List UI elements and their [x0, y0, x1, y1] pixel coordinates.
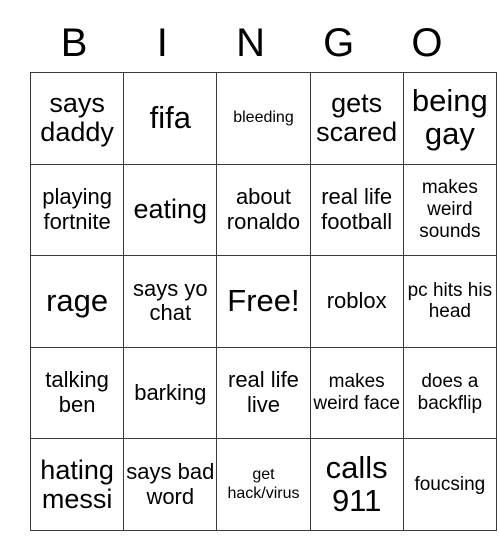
- bingo-row: rage says yo chat Free! roblox pc hits h…: [29, 255, 497, 348]
- bingo-cell-label: foucsing: [414, 473, 486, 495]
- bingo-cell[interactable]: eating: [123, 163, 218, 257]
- bingo-cell-label: says daddy: [40, 88, 114, 148]
- bingo-cell[interactable]: rage: [29, 255, 125, 348]
- bingo-cell-label: makes weird face: [313, 371, 400, 415]
- bingo-cell[interactable]: says daddy: [29, 72, 125, 165]
- bingo-row: hating messi says bad word get hack/viru…: [29, 438, 497, 531]
- bingo-cell[interactable]: real life football: [309, 163, 404, 257]
- bingo-cell[interactable]: says bad word: [123, 438, 218, 531]
- bingo-cell-label: makes weird sounds: [419, 177, 481, 242]
- bingo-cell[interactable]: playing fortnite: [29, 163, 125, 257]
- bingo-cell[interactable]: roblox: [309, 255, 404, 348]
- bingo-cell-label: says yo chat: [132, 275, 208, 326]
- bingo-cell-label: real life football: [321, 184, 393, 234]
- bingo-cell-label: gets scared: [316, 88, 398, 148]
- bingo-cell-label: playing fortnite: [42, 184, 112, 234]
- bingo-grid: says daddy fifa bleeding gets scared bei…: [29, 72, 497, 531]
- bingo-cell-label: pc hits his head: [407, 279, 493, 323]
- bingo-cell[interactable]: does a backflip: [402, 346, 497, 440]
- bingo-header-letter-b: B: [60, 21, 88, 65]
- bingo-cell-label: get hack/virus: [227, 466, 300, 502]
- bingo-cell-free[interactable]: Free!: [216, 255, 311, 348]
- bingo-header-letter-i: I: [156, 21, 168, 65]
- bingo-cell-label: rage: [46, 283, 109, 319]
- bingo-cell-label: calls 911: [325, 449, 388, 518]
- bingo-cell-label: hating messi: [40, 454, 114, 514]
- bingo-cell-label: talking ben: [45, 367, 109, 418]
- bingo-cell[interactable]: being gay: [402, 72, 497, 165]
- bingo-cell-label: being gay: [411, 83, 488, 152]
- bingo-cell[interactable]: fifa: [123, 72, 218, 165]
- bingo-cell[interactable]: hating messi: [29, 438, 125, 531]
- bingo-cell-label: roblox: [326, 288, 387, 314]
- bingo-free-space-label: Free!: [227, 283, 300, 319]
- bingo-cell[interactable]: says yo chat: [123, 255, 218, 348]
- bingo-grid-body: says daddy fifa bleeding gets scared bei…: [29, 72, 497, 531]
- bingo-cell[interactable]: calls 911: [309, 438, 404, 531]
- bingo-cell-label: fifa: [149, 99, 191, 135]
- bingo-row: says daddy fifa bleeding gets scared bei…: [29, 72, 497, 165]
- bingo-cell-label: about ronaldo: [226, 184, 301, 234]
- bingo-cell-label: does a backflip: [417, 371, 483, 415]
- bingo-row: talking ben barking real life live makes…: [29, 346, 497, 440]
- bingo-cell-label: barking: [134, 379, 207, 405]
- bingo-cell[interactable]: about ronaldo: [216, 163, 311, 257]
- bingo-header-letter-n: N: [236, 21, 265, 65]
- bingo-cell-label: says bad word: [126, 459, 215, 509]
- bingo-cell[interactable]: bleeding: [216, 72, 311, 165]
- bingo-cell[interactable]: makes weird sounds: [402, 163, 497, 257]
- bingo-cell[interactable]: barking: [123, 346, 218, 440]
- bingo-cell[interactable]: makes weird face: [309, 346, 404, 440]
- bingo-cell[interactable]: real life live: [216, 346, 311, 440]
- bingo-cell-label: real life live: [228, 367, 299, 418]
- bingo-row: playing fortnite eating about ronaldo re…: [29, 163, 497, 257]
- bingo-cell[interactable]: pc hits his head: [402, 255, 497, 348]
- bingo-cell-label: bleeding: [233, 109, 294, 127]
- bingo-cell-label: eating: [133, 194, 208, 225]
- bingo-header-letter-g: G: [323, 21, 355, 65]
- bingo-cell[interactable]: get hack/virus: [216, 438, 311, 531]
- bingo-header-letter-o: O: [411, 21, 443, 65]
- bingo-card: B I N G O says daddy fifa bleeding gets …: [29, 14, 497, 531]
- bingo-cell[interactable]: talking ben: [29, 346, 125, 440]
- bingo-cell[interactable]: gets scared: [309, 72, 404, 165]
- bingo-cell[interactable]: foucsing: [402, 438, 497, 531]
- bingo-header-row: B I N G O: [30, 14, 471, 72]
